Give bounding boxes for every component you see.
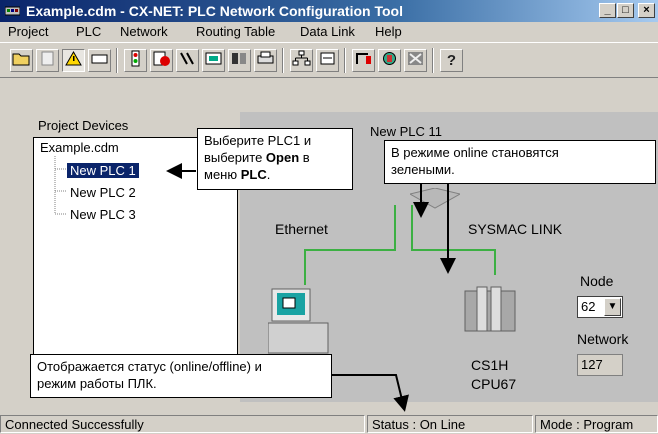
tree-item-new-plc-3[interactable]: New PLC 3 xyxy=(70,207,136,222)
config-icon[interactable] xyxy=(404,49,427,72)
project-devices-label: Project Devices xyxy=(38,118,129,133)
callout-open-line2: выберите Open в xyxy=(204,149,346,166)
transfer-icon[interactable] xyxy=(202,49,225,72)
compare-icon[interactable] xyxy=(176,49,199,72)
plc-title-label: New PLC 11 xyxy=(370,124,443,139)
window-title: Example.cdm - CX-NET: PLC Network Config… xyxy=(26,3,403,19)
tree-root[interactable]: Example.cdm xyxy=(40,140,119,155)
title-bar: Example.cdm - CX-NET: PLC Network Config… xyxy=(0,0,658,22)
menu-data-link[interactable]: Data Link xyxy=(300,24,355,39)
node-select[interactable]: 62 ▼ xyxy=(577,296,623,318)
toolbar: ? xyxy=(0,42,658,78)
link-icon[interactable] xyxy=(316,49,339,72)
open-icon[interactable] xyxy=(10,49,33,72)
menu-help[interactable]: Help xyxy=(375,24,402,39)
close-button[interactable]: × xyxy=(638,3,655,18)
plc-cpu-label: CPU67 xyxy=(471,376,517,392)
callout-bold: Open xyxy=(265,150,300,165)
plc-model-label: CS1H xyxy=(471,357,509,373)
callout-open-line1: Выберите PLC1 и xyxy=(204,133,312,148)
callout-online: В режиме online становятся зелеными. xyxy=(384,140,656,184)
app-icon xyxy=(5,6,20,16)
stop-icon[interactable] xyxy=(150,49,173,72)
callout-text: в xyxy=(299,150,310,165)
menu-routing-table[interactable]: Routing Table xyxy=(196,24,275,39)
callout-online-line2: зелеными. xyxy=(391,162,455,177)
status-message: Connected Successfully xyxy=(0,415,365,433)
callout-status-line1: Отображается статус (online/offline) и xyxy=(37,359,262,374)
plc-icon[interactable] xyxy=(124,49,147,72)
maximize-button[interactable]: □ xyxy=(617,3,634,18)
network-icon[interactable] xyxy=(290,49,313,72)
callout-text: . xyxy=(266,167,271,182)
status-mode: Mode : Program xyxy=(535,415,658,433)
menu-bar: Project PLC Network Routing Table Data L… xyxy=(0,22,658,42)
properties-icon[interactable] xyxy=(36,49,59,72)
callout-bold: PLC xyxy=(240,167,267,182)
callout-online-line1: В режиме online становятся xyxy=(391,145,559,160)
toolbar-separator xyxy=(282,48,284,73)
help-icon[interactable]: ? xyxy=(440,49,463,72)
menu-network[interactable]: Network xyxy=(120,24,168,39)
menu-plc[interactable]: PLC xyxy=(76,24,101,39)
tree-item-new-plc-1[interactable]: New PLC 1 xyxy=(66,162,140,179)
network-label: Network xyxy=(577,331,629,347)
computer-icon[interactable] xyxy=(268,287,340,359)
app-window: Example.cdm - CX-NET: PLC Network Config… xyxy=(0,0,658,434)
warning-icon[interactable] xyxy=(62,49,85,72)
node-value: 62 xyxy=(581,299,596,314)
tree-item-new-plc-2[interactable]: New PLC 2 xyxy=(70,185,136,200)
network-value: 127 xyxy=(581,357,603,372)
callout-text: выберите xyxy=(204,150,266,165)
toolbar-separator xyxy=(432,48,434,73)
print-icon[interactable] xyxy=(254,49,277,72)
callout-open-line3: меню PLC. xyxy=(204,166,346,183)
status-online: Status : On Line xyxy=(367,415,533,433)
chevron-down-icon[interactable]: ▼ xyxy=(604,298,621,316)
monitor-icon[interactable] xyxy=(378,49,401,72)
online-icon[interactable] xyxy=(88,49,111,72)
status-bar: Connected Successfully Status : On Line … xyxy=(0,413,658,434)
cs1h-plc-icon[interactable] xyxy=(461,283,521,335)
io-icon[interactable] xyxy=(228,49,251,72)
network-value-field: 127 xyxy=(577,354,623,376)
toolbar-separator xyxy=(344,48,346,73)
routing-icon[interactable] xyxy=(352,49,375,72)
callout-text: меню xyxy=(204,167,241,182)
callout-open-plc: Выберите PLC1 и выберите Open в меню PLC… xyxy=(197,128,353,190)
minimize-button[interactable]: _ xyxy=(599,3,616,18)
menu-project[interactable]: Project xyxy=(8,24,48,39)
toolbar-separator xyxy=(116,48,118,73)
callout-status: Отображается статус (online/offline) и р… xyxy=(30,354,332,398)
node-label: Node xyxy=(580,273,614,289)
callout-status-line2: режим работы ПЛК. xyxy=(37,376,157,391)
